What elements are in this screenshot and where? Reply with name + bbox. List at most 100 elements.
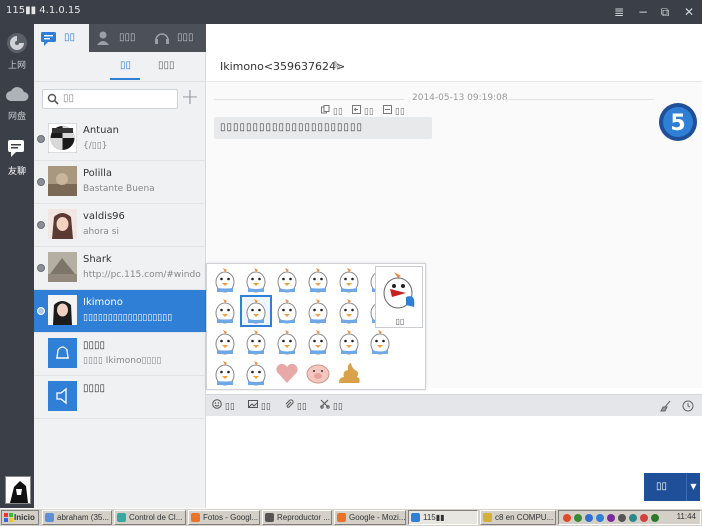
bird-emoji-icon[interactable]: [242, 359, 270, 387]
bird-emoji-icon[interactable]: [240, 295, 272, 327]
user-avatar[interactable]: [5, 476, 31, 504]
message-bubble[interactable]: ▯▯▯▯▯▯▯▯▯▯▯▯▯▯▯▯▯▯▯▯▯▯: [214, 117, 432, 139]
edit-icon[interactable]: ✎: [332, 59, 341, 72]
taskbar-app[interactable]: c8 en COMPU...: [480, 510, 556, 525]
contact-last-message: http://pc.115.com/#windows: [83, 270, 201, 280]
chat-header: Ikimono<359637624> ✎: [206, 52, 702, 82]
tab-messages[interactable]: ▯▯: [34, 24, 89, 52]
emoji-button[interactable]: ▯▯: [212, 399, 235, 412]
system-tray: 11:44: [558, 510, 701, 525]
taskbar-app[interactable]: 115▮▮: [408, 510, 478, 525]
send-options-dropdown[interactable]: ▼: [686, 473, 700, 501]
minimize-button[interactable]: −: [634, 3, 652, 21]
reply-button[interactable]: ▯▯: [352, 105, 374, 117]
title-bar: 115▮▮ 4.1.0.15 ≣ − ⧉ ✕: [0, 0, 702, 24]
attach-button[interactable]: ▯▯: [284, 399, 307, 412]
tab-contacts[interactable]: ▯▯▯: [89, 24, 147, 52]
tray-icon[interactable]: [618, 514, 626, 522]
bird-emoji-icon[interactable]: [273, 328, 301, 356]
tray-icon[interactable]: [640, 514, 648, 522]
bird-emoji-icon[interactable]: [211, 297, 239, 325]
bird-emoji-icon[interactable]: [335, 266, 363, 294]
tray-icon[interactable]: [651, 514, 659, 522]
bird-emoji-icon[interactable]: [242, 328, 270, 356]
contact-last-message: {/▯▯}: [83, 141, 108, 151]
contact-name: ▯▯▯▯: [83, 340, 106, 351]
bird-emoji-icon[interactable]: [304, 297, 332, 325]
contact-item-shark[interactable]: Shark http://pc.115.com/#windows: [34, 247, 206, 290]
rail-item-disk[interactable]: 网盘: [0, 79, 34, 123]
rail-item-chat[interactable]: 友聊: [0, 134, 34, 178]
bird-glyph: [215, 299, 235, 324]
cloud-icon: [6, 87, 29, 101]
app-icon: [45, 513, 54, 522]
avatar: [48, 209, 77, 239]
poo-emoji-icon[interactable]: [335, 359, 363, 387]
tab-service[interactable]: ▯▯▯: [147, 24, 206, 52]
maximize-button[interactable]: ⧉: [656, 3, 674, 21]
tray-icon[interactable]: [563, 514, 571, 522]
contact-name: ▯▯▯▯: [83, 383, 106, 394]
message-input[interactable]: [206, 416, 702, 508]
bird-emoji-icon[interactable]: [273, 266, 301, 294]
close-button[interactable]: ✕: [680, 3, 698, 21]
history-icon[interactable]: [682, 400, 694, 412]
bird-glyph: [246, 299, 266, 324]
clear-icon[interactable]: [660, 400, 672, 412]
preview-label: ▯▯: [395, 317, 405, 326]
task-label: Reproductor ...: [277, 513, 330, 522]
rail-item-web[interactable]: 上网: [0, 28, 34, 72]
bird-emoji-icon[interactable]: [273, 297, 301, 325]
bird-emoji-icon[interactable]: [211, 359, 239, 387]
send-button[interactable]: ▯▯ ▼: [644, 473, 700, 501]
avatar: [48, 295, 77, 325]
contact-item-valdis96[interactable]: valdis96 ahora si: [34, 204, 206, 247]
bird-emoji-icon[interactable]: [304, 266, 332, 294]
bird-emoji-icon[interactable]: [211, 266, 239, 294]
tray-icon[interactable]: [629, 514, 637, 522]
tray-icon[interactable]: [596, 514, 604, 522]
screenshot-button[interactable]: ▯▯: [320, 399, 343, 412]
bird-emoji-icon[interactable]: [242, 266, 270, 294]
image-button[interactable]: ▯▯: [248, 399, 271, 412]
menu-button[interactable]: ≣: [610, 3, 628, 21]
rail-label: 上网: [7, 61, 26, 71]
task-label: c8 en COMPU...: [495, 513, 554, 522]
subtab-recent[interactable]: ▯▯: [120, 60, 131, 71]
headset-icon: [155, 33, 169, 44]
contact-item-antuan[interactable]: Antuan {/▯▯}: [34, 118, 206, 161]
contact-item-ikimono[interactable]: Ikimono ▯▯▯▯▯▯▯▯▯▯▯▯▯▯▯▯▯▯: [34, 290, 206, 333]
bird-glyph: [339, 268, 359, 293]
contact-item-polilla[interactable]: Polilla Bastante Buena: [34, 161, 206, 204]
contact-item-notifications[interactable]: ▯▯▯▯ ▯▯▯▯ Ikimono▯▯▯▯: [34, 333, 206, 376]
tray-icon[interactable]: [574, 514, 582, 522]
task-label: Fotos - Googl...: [203, 513, 259, 522]
taskbar-app[interactable]: Fotos - Googl...: [188, 510, 260, 525]
bird-emoji-icon[interactable]: [211, 328, 239, 356]
taskbar-app[interactable]: Google - Mozi...: [334, 510, 406, 525]
bird-glyph: [215, 268, 235, 293]
heart-emoji-icon[interactable]: [273, 359, 301, 387]
bird-glyph: [246, 330, 266, 355]
taskbar-app[interactable]: abraham (35...: [42, 510, 112, 525]
bird-emoji-icon[interactable]: [335, 297, 363, 325]
taskbar-app[interactable]: Control de Cl...: [114, 510, 186, 525]
globe-icon: [7, 33, 27, 53]
contact-name: Antuan: [83, 125, 119, 136]
copy-icon: [321, 105, 330, 114]
tray-icon[interactable]: [585, 514, 593, 522]
bird-emoji-icon[interactable]: [304, 328, 332, 356]
tray-icon[interactable]: [607, 514, 615, 522]
rail-label: 网盘: [7, 112, 26, 122]
bird-emoji-icon[interactable]: [366, 328, 394, 356]
search-input[interactable]: ▯▯: [42, 89, 178, 109]
contact-item-announcements[interactable]: ▯▯▯▯: [34, 376, 206, 419]
pig-emoji-icon[interactable]: [304, 359, 332, 387]
subtab-groups[interactable]: ▯▯▯: [158, 60, 175, 71]
add-contact-button[interactable]: +: [180, 87, 200, 110]
taskbar-app[interactable]: Reproductor ...: [262, 510, 332, 525]
copy-button[interactable]: ▯▯: [321, 105, 343, 117]
more-button[interactable]: ▯▯: [383, 105, 405, 117]
bird-emoji-icon[interactable]: [335, 328, 363, 356]
start-button[interactable]: Inicio: [1, 510, 39, 525]
